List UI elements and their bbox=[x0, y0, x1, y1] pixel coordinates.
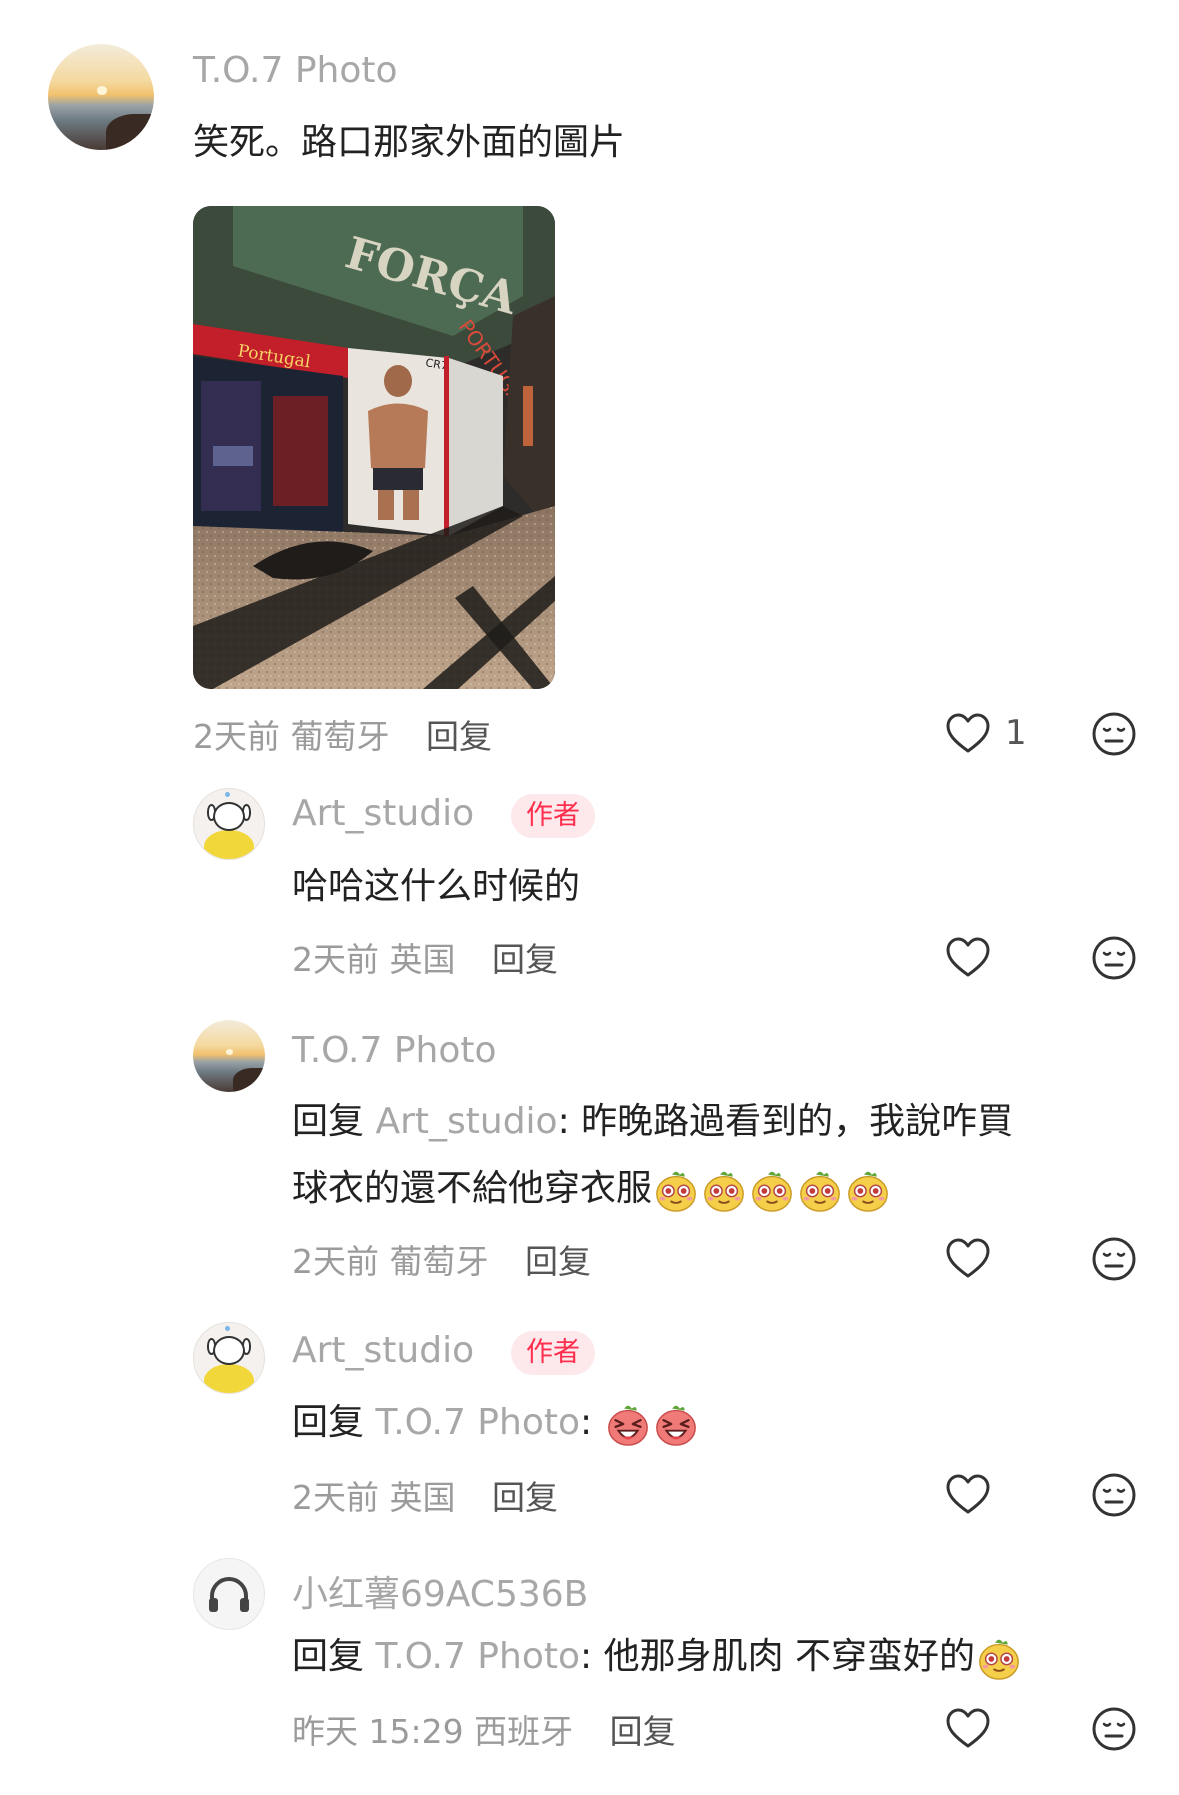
neutral-face-icon[interactable] bbox=[1090, 934, 1138, 982]
avatar[interactable] bbox=[193, 1020, 265, 1092]
comment-location: 葡萄牙 bbox=[389, 1242, 489, 1281]
reply-prefix: 回复 bbox=[292, 1636, 365, 1677]
comment-text-continued: 球衣的還不給他穿衣服 bbox=[292, 1160, 892, 1218]
yellow-smirk-emoji bbox=[653, 1167, 699, 1213]
reply-button[interactable]: 回复 bbox=[426, 717, 492, 756]
red-laugh-emoji bbox=[653, 1401, 699, 1447]
mention-link[interactable]: T.O.7 Photo bbox=[375, 1636, 580, 1677]
heart-icon[interactable] bbox=[944, 710, 992, 758]
comment-location: 英国 bbox=[389, 1478, 456, 1517]
reply-button[interactable]: 回复 bbox=[610, 1712, 676, 1751]
yellow-smirk-emoji bbox=[749, 1167, 795, 1213]
comment-location: 西班牙 bbox=[474, 1712, 574, 1751]
comment-location: 葡萄牙 bbox=[290, 717, 390, 756]
comment-time: 2天前 bbox=[292, 940, 379, 979]
reply-button[interactable]: 回复 bbox=[525, 1242, 591, 1281]
author-badge: 作者 bbox=[511, 794, 595, 838]
mention-link[interactable]: T.O.7 Photo bbox=[375, 1402, 580, 1443]
comment-username[interactable]: T.O.7 Photo bbox=[193, 50, 398, 91]
comment-username[interactable]: Art_studio bbox=[292, 793, 474, 834]
comment-text: 哈哈这什么时候的 bbox=[292, 866, 581, 907]
reply-button[interactable]: 回复 bbox=[492, 1478, 558, 1517]
comment-meta: 2天前 葡萄牙 回复 bbox=[193, 710, 492, 758]
comment-time: 2天前 bbox=[193, 717, 280, 756]
comment-text: 笑死。路口那家外面的圖片 bbox=[193, 122, 626, 163]
comment-location: 英国 bbox=[389, 940, 456, 979]
avatar[interactable] bbox=[193, 788, 265, 860]
comment-meta: 2天前 英国 回复 bbox=[292, 933, 558, 981]
comment-username[interactable]: Art_studio bbox=[292, 1330, 474, 1371]
comment-photo[interactable]: FORÇA PORTUGAL Portugal CR7 bbox=[193, 206, 555, 689]
yellow-smirk-emoji bbox=[845, 1167, 891, 1213]
yellow-smirk-emoji bbox=[976, 1635, 1022, 1681]
comment-text: 回复 T.O.7 Photo: bbox=[292, 1394, 700, 1452]
heart-icon[interactable] bbox=[944, 1235, 992, 1283]
yellow-smirk-emoji bbox=[797, 1167, 843, 1213]
neutral-face-icon[interactable] bbox=[1090, 1705, 1138, 1753]
comment-meta: 昨天 15:29 西班牙 回复 bbox=[292, 1705, 676, 1753]
comment-username[interactable]: T.O.7 Photo bbox=[292, 1030, 497, 1071]
reply-button[interactable]: 回复 bbox=[492, 940, 558, 979]
heart-icon[interactable] bbox=[944, 1471, 992, 1519]
comment-username[interactable]: 小红薯69AC536B bbox=[292, 1565, 588, 1617]
reply-prefix: 回复 bbox=[292, 1101, 365, 1142]
neutral-face-icon[interactable] bbox=[1090, 1235, 1138, 1283]
like-count: 1 bbox=[1005, 713, 1027, 753]
comment-text-line1: 昨晚路過看到的，我說咋買 bbox=[581, 1101, 1014, 1142]
avatar[interactable] bbox=[193, 1558, 265, 1630]
neutral-face-icon[interactable] bbox=[1090, 710, 1138, 758]
comment-text-line2: 球衣的還不給他穿衣服 bbox=[292, 1168, 653, 1209]
reply-prefix: 回复 bbox=[292, 1402, 365, 1443]
red-laugh-emoji bbox=[605, 1401, 651, 1447]
headphone-icon bbox=[209, 1577, 249, 1612]
author-badge: 作者 bbox=[511, 1331, 595, 1375]
comment-meta: 2天前 英国 回复 bbox=[292, 1471, 558, 1519]
neutral-face-icon[interactable] bbox=[1090, 1471, 1138, 1519]
heart-icon[interactable] bbox=[944, 1705, 992, 1753]
comment-time: 2天前 bbox=[292, 1478, 379, 1517]
comment-text-body: 他那身肌肉 不穿蛮好的 bbox=[603, 1636, 976, 1677]
comment-text: 回复 T.O.7 Photo: 他那身肌肉 不穿蛮好的 bbox=[292, 1628, 1023, 1686]
mention-link[interactable]: Art_studio bbox=[375, 1101, 557, 1142]
comment-text: 回复 Art_studio: 昨晚路過看到的，我說咋買 bbox=[292, 1101, 1014, 1142]
comment-time: 昨天 15:29 bbox=[292, 1712, 464, 1751]
avatar[interactable] bbox=[48, 44, 154, 150]
avatar[interactable] bbox=[193, 1322, 265, 1394]
comment-time: 2天前 bbox=[292, 1242, 379, 1281]
comment-meta: 2天前 葡萄牙 回复 bbox=[292, 1235, 591, 1283]
heart-icon[interactable] bbox=[944, 934, 992, 982]
yellow-smirk-emoji bbox=[701, 1167, 747, 1213]
